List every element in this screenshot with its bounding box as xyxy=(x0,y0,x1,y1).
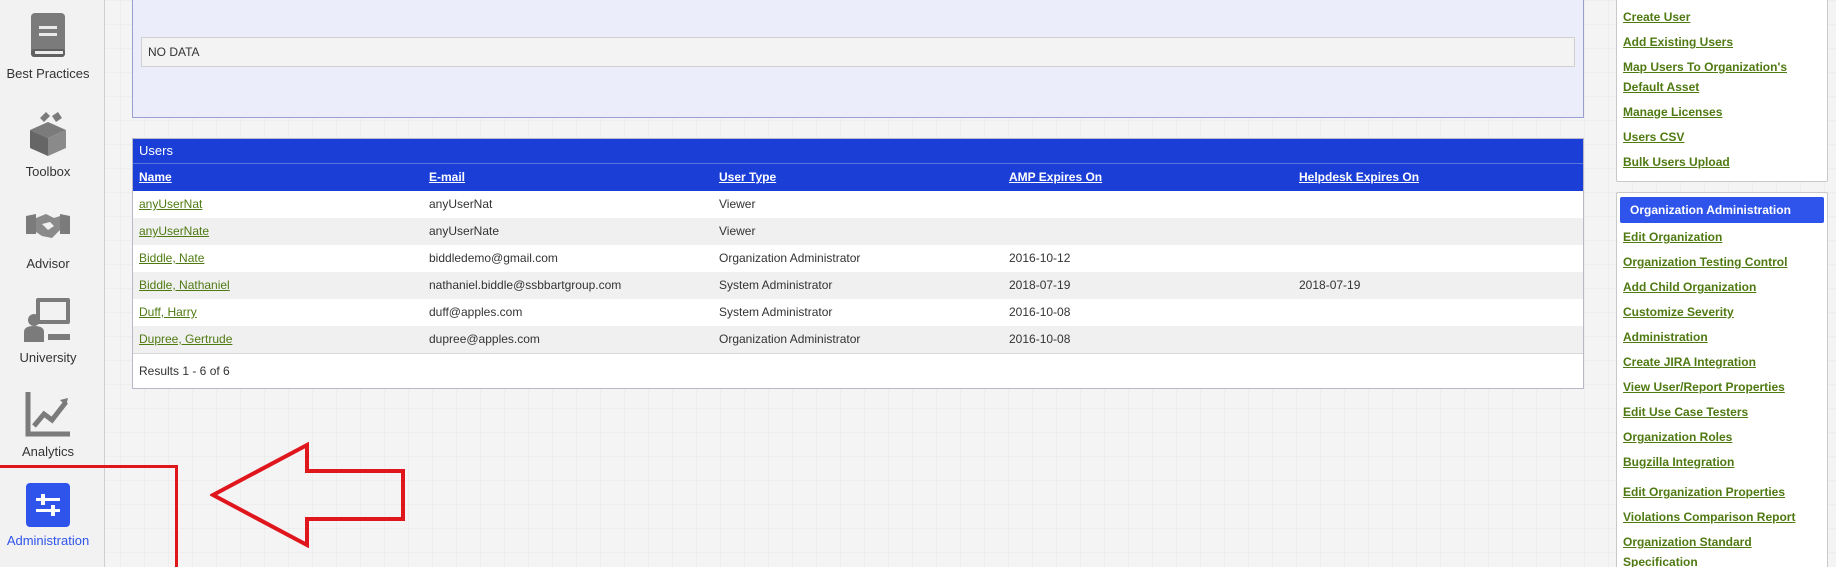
nav-label: University xyxy=(19,350,77,365)
user-name-link[interactable]: anyUserNat xyxy=(139,197,202,211)
arrow-left-icon xyxy=(210,442,405,548)
organization-testing-control-link[interactable]: Organization Testing Control xyxy=(1623,252,1821,272)
column-header-name[interactable]: Name xyxy=(133,164,423,191)
user-type: System Administrator xyxy=(719,305,833,319)
add-child-organization-link[interactable]: Add Child Organization xyxy=(1623,277,1821,297)
nav-label: Administration xyxy=(6,533,90,548)
user-email: dupree@apples.com xyxy=(429,332,540,346)
user-email: anyUserNat xyxy=(429,197,493,211)
amp-expires xyxy=(1003,218,1293,245)
line-chart-icon xyxy=(25,392,70,437)
table-row: Biddle, Nate biddledemo@gmail.com Organi… xyxy=(133,244,1583,272)
org-admin-box: Organization Administration Edit Organiz… xyxy=(1616,192,1828,567)
nav-item-administration[interactable]: Administration xyxy=(0,483,96,548)
user-name-link[interactable]: Duff, Harry xyxy=(139,305,197,319)
nav-item-university[interactable]: University xyxy=(0,294,96,365)
nav-label: Analytics xyxy=(21,444,75,459)
nav-item-advisor[interactable]: Advisor xyxy=(0,200,96,271)
column-header-email[interactable]: E-mail xyxy=(423,164,713,191)
column-header-helpdesk-expires[interactable]: Helpdesk Expires On xyxy=(1293,164,1583,191)
toolbox-icon xyxy=(30,112,66,156)
no-data-message: NO DATA xyxy=(141,37,1575,67)
user-name-link[interactable]: Biddle, Nathaniel xyxy=(139,278,230,292)
map-users-default-asset-link[interactable]: Map Users To Organization's Default Asse… xyxy=(1623,57,1821,97)
top-panel: NO DATA xyxy=(132,0,1584,118)
users-panel: Users Name E-mail User Type AMP Expires … xyxy=(132,138,1584,389)
book-icon xyxy=(31,13,65,57)
edit-use-case-testers-link[interactable]: Edit Use Case Testers xyxy=(1623,402,1821,422)
users-table: Name E-mail User Type AMP Expires On Hel… xyxy=(133,163,1583,353)
user-type: Viewer xyxy=(719,197,756,211)
amp-expires: 2016-10-12 xyxy=(1009,251,1071,265)
nav-label: Advisor xyxy=(26,256,70,271)
table-header-row: Name E-mail User Type AMP Expires On Hel… xyxy=(133,163,1583,191)
customize-severity-link[interactable]: Customize Severity xyxy=(1623,302,1821,322)
amp-expires: 2016-10-08 xyxy=(1009,332,1071,346)
organization-standard-specification-link[interactable]: Organization Standard Specification xyxy=(1623,532,1821,567)
table-row: anyUserNate anyUserNate Viewer xyxy=(133,217,1583,245)
left-navigation: Best Practices Toolbox Advisor Universit… xyxy=(0,0,105,567)
user-type: Viewer xyxy=(719,224,756,238)
amp-expires: 2018-07-19 xyxy=(1009,278,1071,292)
table-row: anyUserNat anyUserNat Viewer xyxy=(133,190,1583,218)
table-row: Biddle, Nathaniel nathaniel.biddle@ssbba… xyxy=(133,271,1583,299)
user-type: Organization Administrator xyxy=(719,251,861,265)
helpdesk-expires xyxy=(1293,218,1583,245)
results-count: Results 1 - 6 of 6 xyxy=(133,352,1583,387)
nav-item-toolbox[interactable]: Toolbox xyxy=(0,108,96,179)
edit-organization-link[interactable]: Edit Organization xyxy=(1623,227,1821,247)
user-actions-box: Create User Add Existing Users Map Users… xyxy=(1616,0,1828,182)
nav-item-analytics[interactable]: Analytics xyxy=(0,388,96,459)
organization-roles-link[interactable]: Organization Roles xyxy=(1623,427,1821,447)
manage-licenses-link[interactable]: Manage Licenses xyxy=(1623,102,1821,122)
user-type: Organization Administrator xyxy=(719,332,861,346)
user-name-link[interactable]: Dupree, Gertrude xyxy=(139,332,232,346)
edit-organization-properties-link[interactable]: Edit Organization Properties xyxy=(1623,482,1821,502)
presentation-board-icon xyxy=(24,298,70,342)
user-email: anyUserNate xyxy=(429,224,500,238)
bulk-users-upload-link[interactable]: Bulk Users Upload xyxy=(1623,152,1821,172)
bugzilla-integration-link[interactable]: Bugzilla Integration xyxy=(1623,452,1821,472)
users-csv-link[interactable]: Users CSV xyxy=(1623,127,1821,147)
amp-expires: 2016-10-08 xyxy=(1009,305,1071,319)
administration-link[interactable]: Administration xyxy=(1623,327,1821,347)
column-header-amp-expires[interactable]: AMP Expires On xyxy=(1003,164,1293,191)
org-admin-title: Organization Administration xyxy=(1620,197,1824,223)
sliders-icon xyxy=(26,483,70,527)
user-email: biddledemo@gmail.com xyxy=(429,251,558,265)
user-email: nathaniel.biddle@ssbbartgroup.com xyxy=(429,278,622,292)
table-row: Duff, Harry duff@apples.com System Admin… xyxy=(133,298,1583,326)
amp-expires xyxy=(1003,191,1293,218)
helpdesk-expires xyxy=(1293,299,1583,326)
view-user-report-properties-link[interactable]: View User/Report Properties xyxy=(1623,377,1821,397)
create-jira-integration-link[interactable]: Create JIRA Integration xyxy=(1623,352,1821,372)
column-header-user-type[interactable]: User Type xyxy=(713,164,1003,191)
helpdesk-expires xyxy=(1293,245,1583,272)
user-name-link[interactable]: anyUserNate xyxy=(139,224,209,238)
user-type: System Administrator xyxy=(719,278,833,292)
nav-label: Best Practices xyxy=(6,66,90,81)
helpdesk-expires: 2018-07-19 xyxy=(1299,278,1361,292)
user-name-link[interactable]: Biddle, Nate xyxy=(139,251,204,265)
helpdesk-expires xyxy=(1293,191,1583,218)
nav-item-best-practices[interactable]: Best Practices xyxy=(0,10,96,81)
table-row: Dupree, Gertrude dupree@apples.com Organ… xyxy=(133,325,1583,353)
violations-comparison-report-link[interactable]: Violations Comparison Report xyxy=(1623,507,1821,527)
nav-label: Toolbox xyxy=(25,164,71,179)
user-email: duff@apples.com xyxy=(429,305,523,319)
handshake-icon xyxy=(26,214,70,238)
create-user-link[interactable]: Create User xyxy=(1623,7,1821,27)
helpdesk-expires xyxy=(1293,326,1583,353)
users-panel-title: Users xyxy=(133,139,1583,163)
add-existing-users-link[interactable]: Add Existing Users xyxy=(1623,32,1821,52)
